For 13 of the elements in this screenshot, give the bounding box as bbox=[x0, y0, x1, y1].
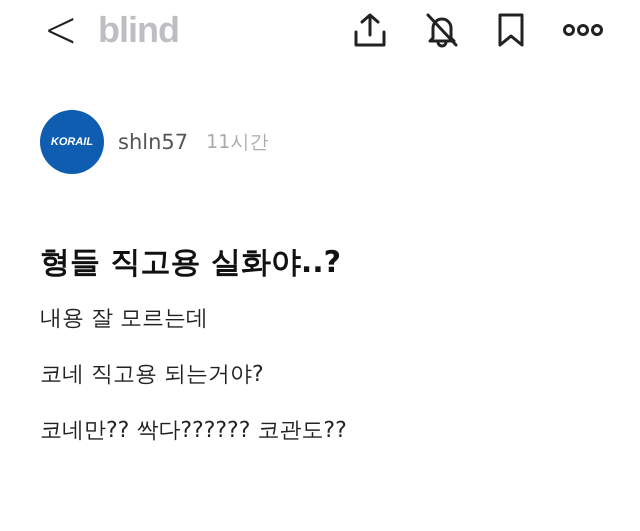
post-body-line: 코네 직고용 되는거야? bbox=[40, 361, 265, 389]
post-title: 형들 직고용 실화야..? bbox=[40, 244, 342, 282]
back-button[interactable]: < bbox=[44, 4, 76, 56]
more-icon[interactable] bbox=[562, 23, 604, 37]
post-body-line: 코네만?? 싹다?????? 코관도?? bbox=[40, 417, 348, 445]
post-time: 11시간 bbox=[206, 130, 268, 155]
post-body-line: 내용 잘 모르는데 bbox=[40, 305, 209, 333]
avatar: KORAIL bbox=[40, 110, 104, 174]
bookmark-icon[interactable] bbox=[496, 12, 526, 48]
author-name[interactable]: shln57 bbox=[118, 130, 188, 154]
bell-off-icon[interactable] bbox=[424, 12, 460, 48]
share-icon[interactable] bbox=[352, 12, 388, 48]
logo: blind bbox=[98, 9, 179, 51]
